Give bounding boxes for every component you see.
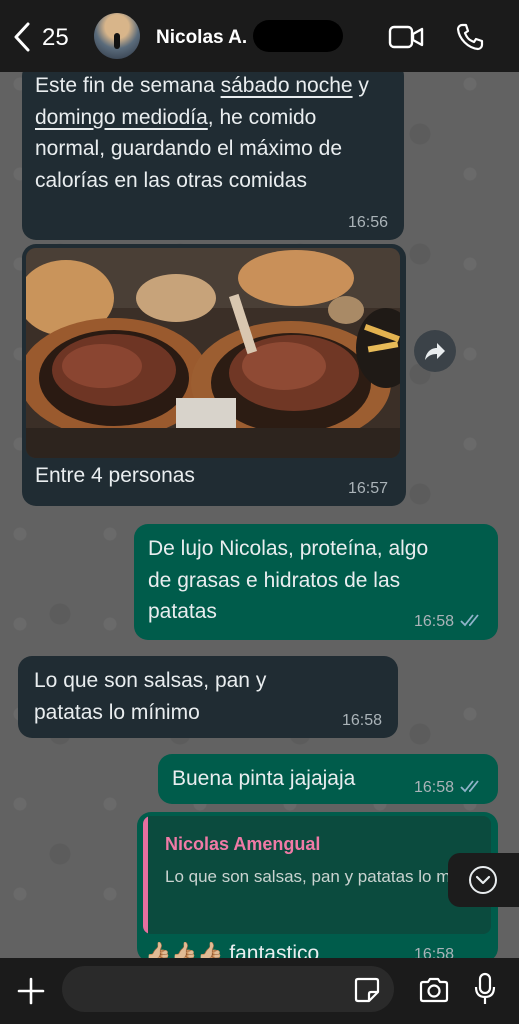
message-bubble-photo[interactable]: Entre 4 personas 16:57: [22, 244, 406, 506]
contact-avatar[interactable]: [94, 13, 140, 59]
forward-icon: [425, 343, 445, 360]
message-text: Buena pinta jajajaja: [172, 767, 356, 790]
message-time: 16:58: [413, 779, 454, 796]
message-bubble-outgoing[interactable]: Buena pinta jajajaja 16:58: [158, 754, 498, 804]
message-link-date[interactable]: domingo mediodía: [35, 106, 208, 129]
chevron-down-icon: [469, 866, 497, 894]
message-time: 16:58: [341, 712, 382, 729]
plus-icon[interactable]: [16, 976, 46, 1006]
message-input[interactable]: [62, 966, 394, 1012]
forward-button[interactable]: [414, 330, 456, 372]
scroll-to-bottom-button[interactable]: [448, 853, 519, 907]
message-time: 16:58: [413, 613, 454, 630]
camera-icon[interactable]: [418, 976, 450, 1004]
sticker-icon[interactable]: [354, 977, 380, 1003]
composer-bar: [0, 958, 519, 1024]
message-text: Lo que son salsas, pan y patatas lo míni…: [34, 669, 267, 724]
microphone-icon[interactable]: [474, 972, 496, 1006]
read-ticks-icon: [460, 780, 479, 793]
message-bubble-incoming[interactable]: Lo que son salsas, pan y patatas lo míni…: [18, 656, 398, 738]
back-arrow-icon[interactable]: [10, 20, 34, 54]
quote-accent-bar: [143, 816, 148, 934]
quote-text: Lo que son salsas, pan y patatas lo míni…: [165, 867, 491, 886]
chat-header: 25 Nicolas A.: [0, 0, 519, 72]
redaction-bar: [253, 20, 343, 52]
video-call-icon[interactable]: [388, 24, 424, 50]
message-link-date[interactable]: sábado noche: [221, 74, 353, 97]
message-bubble-outgoing[interactable]: De lujo Nicolas, proteína, algo de grasa…: [134, 524, 498, 640]
quote-author: Nicolas Amengual: [165, 834, 321, 854]
contact-name[interactable]: Nicolas A.: [156, 27, 247, 49]
message-time: 16:56: [347, 214, 388, 231]
unread-count[interactable]: 25: [42, 24, 69, 52]
phone-call-icon[interactable]: [455, 22, 485, 52]
message-bubble-reply[interactable]: Nicolas Amengual Lo que son salsas, pan …: [137, 812, 498, 962]
photo-caption: Entre 4 personas: [35, 464, 195, 487]
message-bubble-incoming[interactable]: Este fin de semana sábado noche y doming…: [22, 62, 404, 240]
food-photo[interactable]: [26, 248, 400, 458]
message-time: 16:57: [347, 480, 388, 497]
read-ticks-icon: [460, 614, 479, 627]
message-text: Este fin de semana sábado noche y doming…: [35, 74, 369, 192]
quoted-message[interactable]: Nicolas Amengual Lo que son salsas, pan …: [143, 816, 491, 934]
